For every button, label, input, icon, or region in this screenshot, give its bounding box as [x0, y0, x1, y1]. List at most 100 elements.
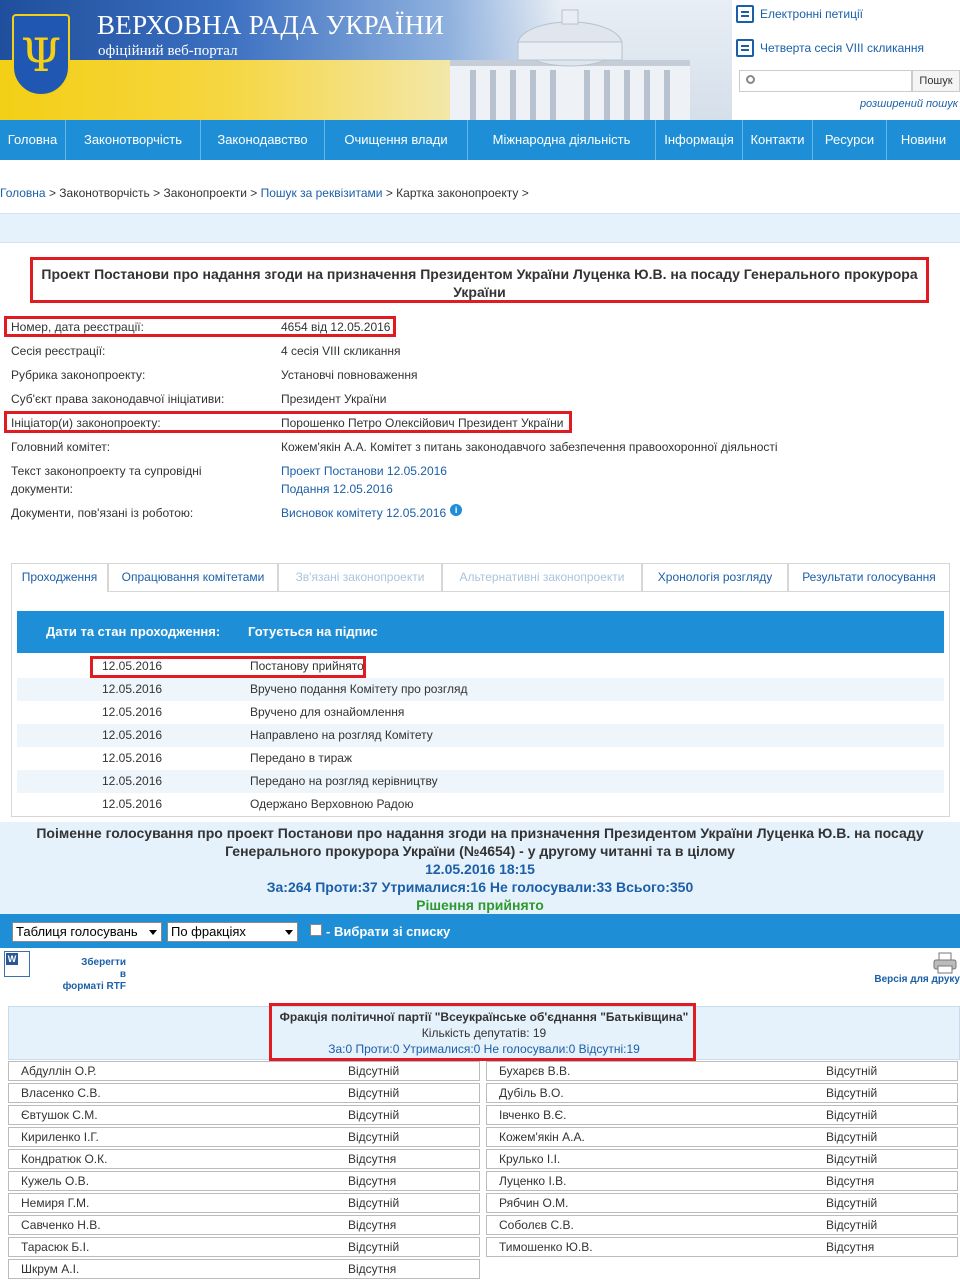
printer-icon[interactable] — [932, 952, 958, 974]
word-document-icon[interactable]: W — [4, 951, 30, 977]
deputy-row: Соболєв С.В. Відсутній — [486, 1215, 958, 1235]
voting-stats: За:264 Проти:37 Утрималися:16 Не голосув… — [266, 879, 694, 895]
petitions-link-label[interactable]: Електронні петиції — [760, 7, 863, 21]
deputy-row: Івченко В.Є. Відсутній — [486, 1105, 958, 1125]
deputy-vote: Відсутній — [348, 1108, 400, 1122]
deputy-name: Івченко В.Є. — [499, 1108, 567, 1122]
deputy-name: Кужель О.В. — [21, 1174, 90, 1188]
print-version-link[interactable]: Версія для друку — [874, 974, 960, 985]
stage-date: 12.05.2016 — [102, 705, 163, 719]
field-label-committee: Головний комітет: — [11, 440, 111, 454]
breadcrumb-bills: Законопроекти — [163, 186, 247, 200]
deputy-vote: Відсутній — [348, 1240, 400, 1254]
field-label-documents: Текст законопроекту та супровідні докуме… — [11, 464, 202, 496]
stages-header: Дати та стан проходження: Готується на п… — [17, 611, 944, 653]
trident-emblem-icon[interactable]: Ψ — [12, 14, 70, 96]
deputy-name: Рябчин О.М. — [499, 1196, 569, 1210]
nav-item-international[interactable]: Міжнародна діяльність — [468, 120, 656, 160]
tab-voting-results[interactable]: Результати голосування — [788, 564, 949, 592]
grouping-select-value: По фракціях — [171, 924, 246, 939]
breadcrumb-separator: > — [521, 186, 529, 200]
field-label-rubric: Рубрика законопроекту: — [11, 368, 146, 382]
deputy-name: Дубіль В.О. — [499, 1086, 564, 1100]
document-link-draft[interactable]: Проект Постанови 12.05.2016 — [281, 462, 447, 480]
stages-header-label: Дати та стан проходження: — [46, 624, 221, 639]
site-title[interactable]: ВЕРХОВНА РАДА УКРАЇНИ — [97, 10, 444, 41]
session-link[interactable]: Четверта сесія VIII скликання — [736, 36, 924, 60]
deputy-vote: Відсутній — [826, 1218, 878, 1232]
voting-datetime: 12.05.2016 18:15 — [425, 861, 535, 877]
session-link-label[interactable]: Четверта сесія VIII скликання — [760, 41, 924, 55]
stage-date: 12.05.2016 — [102, 774, 163, 788]
deputy-row: Немиря Г.М. Відсутній — [8, 1193, 480, 1213]
stage-text: Вручено подання Комітету про розгляд — [250, 682, 468, 696]
petitions-link[interactable]: Електронні петиції — [736, 2, 863, 26]
tab-committees[interactable]: Опрацювання комітетами — [108, 564, 278, 592]
grouping-select[interactable]: По фракціях — [167, 922, 298, 942]
deputy-name: Шкрум А.І. — [21, 1262, 80, 1276]
deputy-row: Шкрум А.І. Відсутня — [8, 1259, 480, 1279]
petition-icon — [736, 5, 754, 23]
field-value-rubric: Установчі повноваження — [281, 368, 418, 382]
info-icon[interactable]: i — [450, 504, 463, 516]
stage-text: Одержано Верховною Радою — [250, 797, 414, 811]
tab-chronology[interactable]: Хронологія розгляду — [642, 564, 788, 592]
stage-date: 12.05.2016 — [102, 751, 163, 765]
search-input[interactable] — [739, 70, 912, 92]
deputy-name: Абдуллін О.Р. — [21, 1064, 97, 1078]
table-type-select-value: Таблиця голосувань — [16, 924, 138, 939]
breadcrumb-home-link[interactable]: Головна — [0, 186, 46, 200]
field-value-number: 4654 від 12.05.2016 — [281, 320, 391, 334]
breadcrumb-card: Картка законопроекту — [396, 186, 519, 200]
nav-item-lawmaking[interactable]: Законотворчість — [66, 120, 201, 160]
field-value-initiator: Порошенко Петро Олексійович Президент Ук… — [281, 416, 564, 430]
nav-item-contacts[interactable]: Контакти — [743, 120, 813, 160]
tab-alternative-bills[interactable]: Альтернативні законопроекти — [442, 564, 642, 592]
nav-item-news[interactable]: Новини — [887, 120, 960, 160]
related-docs: Висновок комітету 12.05.2016 i — [281, 504, 463, 522]
save-rtf-line: Зберегти — [81, 957, 126, 968]
stage-date: 12.05.2016 — [102, 682, 163, 696]
field-label-session: Сесія реєстрації: — [11, 344, 106, 358]
document-link-submission[interactable]: Подання 12.05.2016 — [281, 480, 393, 498]
stage-row: 12.05.2016 Передано на розгляд керівницт… — [17, 770, 944, 793]
deputy-row: Бухарєв В.В. Відсутній — [486, 1061, 958, 1081]
breadcrumb-search-link[interactable]: Пошук за реквізитами — [261, 186, 383, 200]
nav-item-lustration[interactable]: Очищення влади — [325, 120, 468, 160]
choose-from-list-checkbox[interactable] — [310, 924, 322, 936]
nav-item-legislation[interactable]: Законодавство — [201, 120, 325, 160]
document-link-conclusion[interactable]: Висновок комітету 12.05.2016 — [281, 506, 446, 520]
tab-linked-bills[interactable]: Зв'язані законопроекти — [278, 564, 442, 592]
site-header: Ψ ВЕРХОВНА РАДА УКРАЇНИ офіційний веб-по… — [0, 0, 960, 120]
stage-row: 12.05.2016 Вручено подання Комітету про … — [17, 678, 944, 701]
nav-item-information[interactable]: Інформація — [656, 120, 743, 160]
deputy-name: Савченко Н.В. — [21, 1218, 101, 1232]
deputy-row: Кондратюк О.К. Відсутня — [8, 1149, 480, 1169]
voting-summary: Поіменне голосування про проект Постанов… — [0, 822, 960, 914]
field-value-session: 4 сесія VIII скликання — [281, 344, 401, 358]
chevron-down-icon — [149, 930, 157, 935]
deputy-vote: Відсутній — [826, 1064, 878, 1078]
stage-text: Направлено на розгляд Комітету — [250, 728, 433, 742]
deputy-vote: Відсутня — [348, 1152, 397, 1166]
stage-row: 12.05.2016 Постанову прийнято — [17, 655, 944, 678]
deputy-vote: Відсутня — [348, 1218, 397, 1232]
table-type-select[interactable]: Таблиця голосувань — [12, 922, 162, 942]
stages-header-status: Готується на підпис — [248, 624, 378, 639]
deputy-row: Рябчин О.М. Відсутній — [486, 1193, 958, 1213]
search-button[interactable]: Пошук — [912, 70, 960, 92]
advanced-search-link[interactable]: розширений пошук — [860, 98, 958, 110]
tab-passage[interactable]: Проходження — [12, 564, 108, 592]
save-rtf-link[interactable]: Зберегти в форматі RTF — [56, 957, 126, 993]
field-label-initiator: Ініціатор(и) законопроекту: — [11, 416, 161, 430]
deputy-name: Кондратюк О.К. — [21, 1152, 108, 1166]
choose-from-list-label: - Вибрати зі списку — [326, 924, 451, 939]
deputy-row: Євтушок С.М. Відсутній — [8, 1105, 480, 1125]
nav-item-resources[interactable]: Ресурси — [813, 120, 887, 160]
deputy-row: Дубіль В.О. Відсутній — [486, 1083, 958, 1103]
field-value-subject: Президент України — [281, 392, 387, 406]
search-icon — [746, 75, 755, 84]
nav-item-home[interactable]: Головна — [0, 120, 66, 160]
stage-date: 12.05.2016 — [102, 728, 163, 742]
deputy-row: Тимошенко Ю.В. Відсутня — [486, 1237, 958, 1257]
